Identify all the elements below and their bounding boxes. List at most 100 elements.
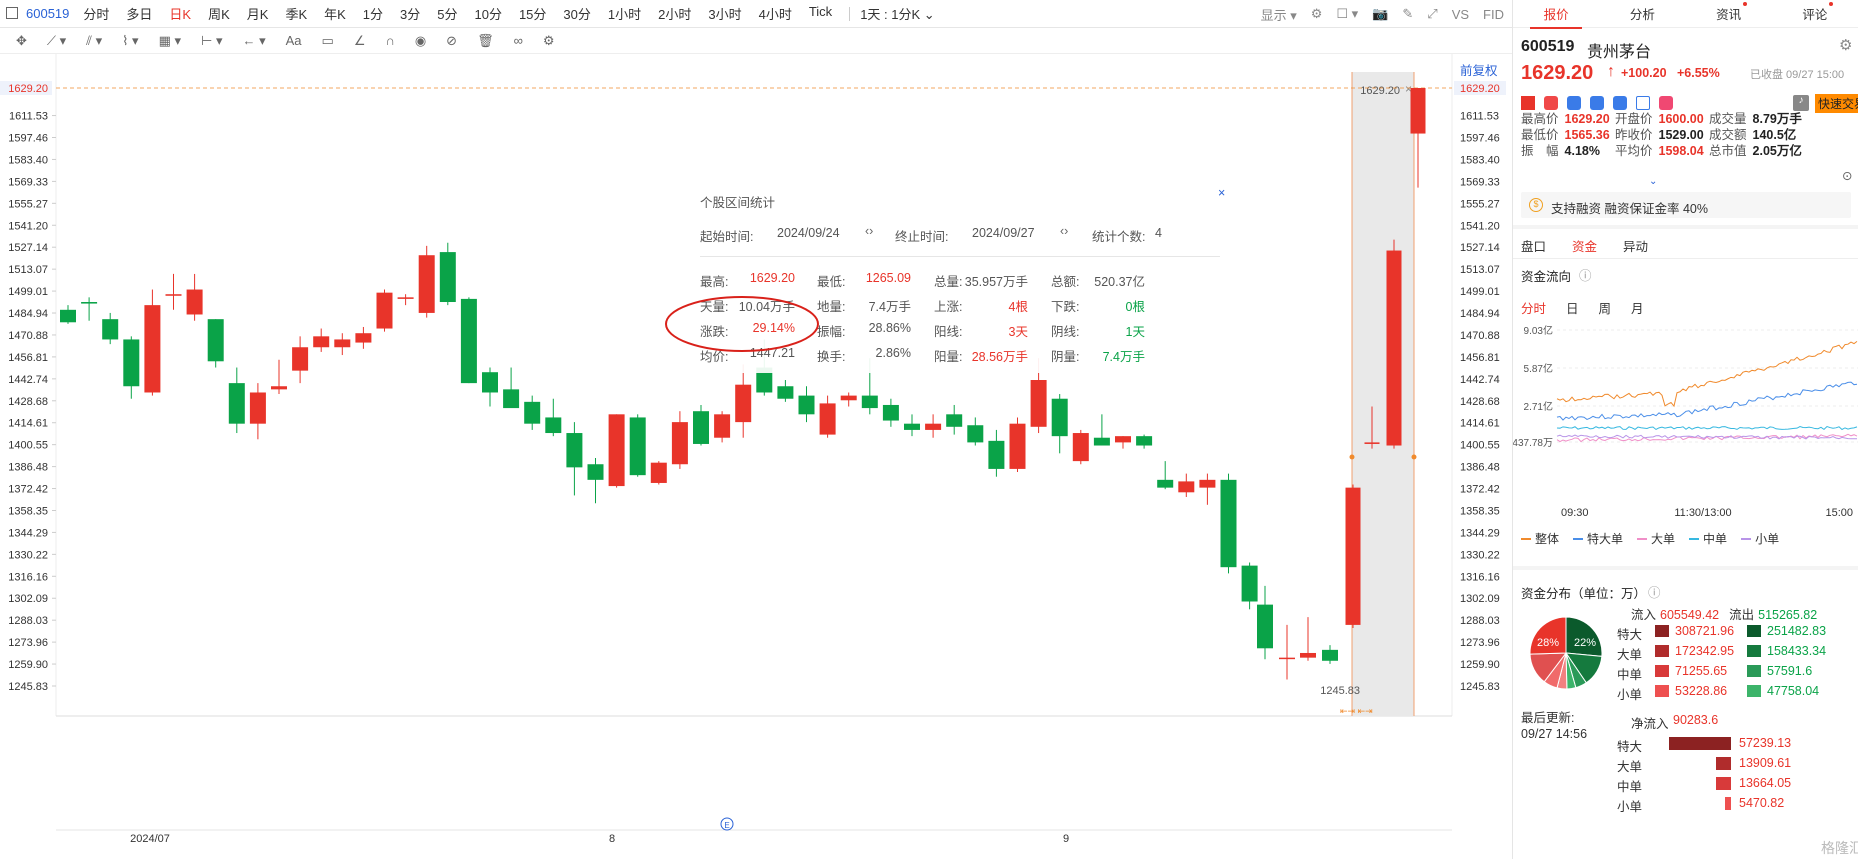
period-tab-3[interactable]: 周K [208, 4, 230, 23]
eye-icon[interactable]: ◉ [415, 33, 426, 49]
sub-tab-1[interactable]: 资金 [1572, 236, 1597, 255]
candle[interactable] [566, 422, 583, 496]
period-tab-17[interactable]: Tick [809, 4, 832, 23]
candle[interactable] [1386, 239, 1402, 449]
checkbox-icon[interactable]: ☐ ▾ [1336, 6, 1358, 22]
comment-tool-icon[interactable]: ▭ [322, 33, 334, 49]
candle[interactable] [1178, 473, 1195, 497]
candle[interactable] [925, 414, 942, 438]
candle[interactable] [1257, 585, 1273, 660]
fid-button[interactable]: FID [1483, 7, 1504, 22]
link-icon[interactable]: ∞ [514, 33, 523, 48]
candle[interactable] [81, 297, 98, 321]
period-tab-4[interactable]: 月K [247, 4, 269, 23]
candle[interactable] [967, 417, 984, 446]
vs-button[interactable]: VS [1452, 7, 1469, 22]
end-time-arrows-icon[interactable]: ‹› [1060, 224, 1068, 238]
panel-tab-2[interactable]: 资讯 [1686, 2, 1772, 23]
interval-combo[interactable]: 1天 : 1分K ⌄ [860, 4, 934, 23]
period-tab-7[interactable]: 1分 [363, 4, 383, 23]
candle[interactable] [249, 383, 266, 440]
candle[interactable] [102, 312, 119, 345]
display-menu[interactable]: 显示 ▾ [1261, 5, 1297, 24]
candle[interactable] [840, 392, 857, 407]
sub-tab-2[interactable]: 异动 [1623, 236, 1648, 255]
tool-settings-icon[interactable]: ⚙ [543, 33, 555, 49]
stock-code[interactable]: 600519 [26, 6, 69, 21]
panel-settings-icon[interactable]: ⚙ [1839, 36, 1852, 54]
wave-tool-icon[interactable]: ⌇ ▾ [122, 33, 139, 49]
candle[interactable] [988, 429, 1005, 477]
candle[interactable] [186, 273, 203, 321]
candle[interactable] [207, 319, 224, 368]
range-tool-icon[interactable]: ⊢ ▾ [201, 33, 222, 49]
candle[interactable] [1093, 414, 1110, 446]
period-tab-13[interactable]: 1小时 [608, 4, 641, 23]
candle[interactable] [1009, 417, 1026, 473]
dist-info-icon[interactable]: ⓘ [1648, 582, 1661, 601]
candle[interactable] [693, 404, 709, 446]
candle[interactable] [503, 367, 520, 409]
move-icon[interactable]: ✥ [16, 33, 27, 49]
candle[interactable] [1322, 645, 1338, 664]
candle[interactable] [1115, 436, 1131, 449]
more-icon[interactable]: ⊙ [1842, 168, 1852, 183]
candle[interactable] [397, 294, 414, 306]
candle[interactable] [882, 398, 899, 427]
period-tab-12[interactable]: 30分 [563, 4, 590, 23]
candle[interactable] [1199, 473, 1216, 505]
period-tab-2[interactable]: 日K [169, 4, 191, 23]
quick-trade-button[interactable]: 快速交易 [1815, 94, 1858, 113]
hide-icon[interactable]: ⊘ [446, 33, 457, 49]
panel-tab-1[interactable]: 分析 [1599, 4, 1685, 23]
candle[interactable] [292, 336, 309, 384]
candle[interactable] [946, 404, 963, 435]
sub-tab-0[interactable]: 盘口 [1521, 236, 1546, 255]
trash-icon[interactable]: 🗑 [477, 33, 494, 49]
candle[interactable] [271, 359, 287, 395]
magnet-icon[interactable]: ∩ [385, 33, 394, 48]
period-tab-0[interactable]: 分时 [83, 4, 109, 23]
candle[interactable] [735, 364, 752, 438]
candle[interactable] [460, 297, 477, 384]
candle[interactable] [1345, 484, 1361, 629]
candle[interactable] [1220, 473, 1237, 574]
start-time-value[interactable]: 2024/09/24 [777, 226, 840, 240]
candle[interactable] [1241, 562, 1258, 610]
candle[interactable] [228, 367, 245, 434]
selected-range-band[interactable] [1352, 72, 1414, 716]
fullscreen-icon[interactable]: ⤢ [1427, 6, 1437, 22]
range-handle-left[interactable] [1349, 454, 1355, 460]
start-time-arrows-icon[interactable]: ‹› [865, 224, 873, 238]
candle[interactable] [524, 395, 541, 430]
flow-tab-3[interactable]: 月 [1631, 298, 1644, 317]
popup-close-icon[interactable]: × [1218, 186, 1225, 200]
period-tab-1[interactable]: 多日 [126, 4, 152, 23]
period-tab-9[interactable]: 5分 [437, 4, 457, 23]
period-tab-8[interactable]: 3分 [400, 4, 420, 23]
range-handle-right[interactable] [1411, 454, 1417, 460]
candle[interactable] [376, 289, 393, 332]
candle[interactable] [1072, 429, 1089, 465]
candle[interactable] [629, 414, 646, 477]
angle-tool-icon[interactable]: ∠ [354, 33, 366, 49]
period-tab-15[interactable]: 3小时 [708, 4, 741, 23]
pen-icon[interactable]: ✎ [1402, 6, 1413, 22]
period-tab-5[interactable]: 季K [285, 4, 307, 23]
text-tool-icon[interactable]: Aa [286, 33, 302, 48]
candle[interactable] [123, 336, 140, 399]
kline-chart[interactable]: 1611.53 1611.53 1597.46 1597.46 1583.40 1583.… [0, 54, 1512, 859]
period-tab-10[interactable]: 10分 [474, 4, 501, 23]
channel-tool-icon[interactable]: ⫽ ▾ [86, 33, 102, 49]
candle[interactable] [587, 457, 604, 504]
candle[interactable] [904, 414, 920, 437]
candle[interactable] [418, 245, 435, 318]
settings-icon[interactable]: ⚙ [1311, 6, 1323, 22]
candle[interactable] [1300, 617, 1316, 661]
flow-tab-1[interactable]: 日 [1566, 298, 1579, 317]
candle[interactable] [714, 411, 731, 443]
candle[interactable] [798, 386, 815, 423]
candle[interactable] [1279, 624, 1295, 680]
candle[interactable] [439, 242, 456, 306]
flow-info-icon[interactable]: ⓘ [1579, 265, 1592, 284]
